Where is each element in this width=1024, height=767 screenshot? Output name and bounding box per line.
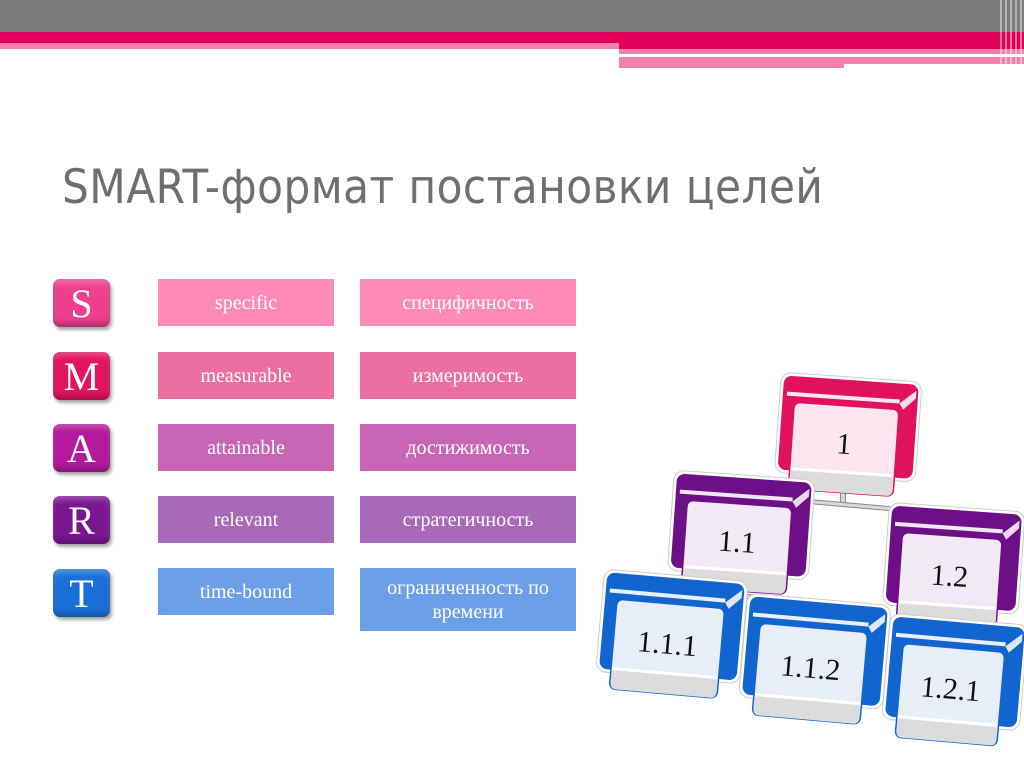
english-term-box: measurable [158, 352, 334, 399]
russian-term-box: стратегичность [360, 496, 576, 543]
letter-tile-t: T [53, 569, 110, 617]
english-term-box: attainable [158, 424, 334, 471]
hierarchy-node-1-2: 1.2 [882, 502, 1024, 633]
english-term-box: time-bound [158, 568, 334, 615]
letter-tile-s: S [53, 279, 110, 327]
header-band-pink-left [0, 43, 619, 49]
russian-term-box: достижимость [360, 424, 576, 471]
russian-term-box: специфичность [360, 279, 576, 326]
letter-tile-r: R [53, 496, 110, 544]
slide-title: SMART-формат постановки целей [62, 160, 824, 215]
header-band-gray [0, 0, 1024, 32]
english-term-box: specific [158, 279, 334, 326]
header-band-white-notch [844, 64, 1024, 70]
header-band-stripes [1000, 0, 1024, 68]
letter-tile-a: A [53, 424, 110, 472]
letter-tile-m: M [53, 352, 110, 400]
russian-term-box: ограниченность по времени [360, 568, 576, 631]
hierarchy-node-1-2-1: 1.2.1 [881, 613, 1024, 749]
hierarchy-node-1-1-1: 1.1.1 [596, 569, 748, 702]
russian-term-box: измеримость [360, 352, 576, 399]
header-band-red [0, 32, 1024, 43]
english-term-box: relevant [158, 496, 334, 543]
hierarchy-node-1-1-2: 1.1.2 [738, 593, 891, 728]
